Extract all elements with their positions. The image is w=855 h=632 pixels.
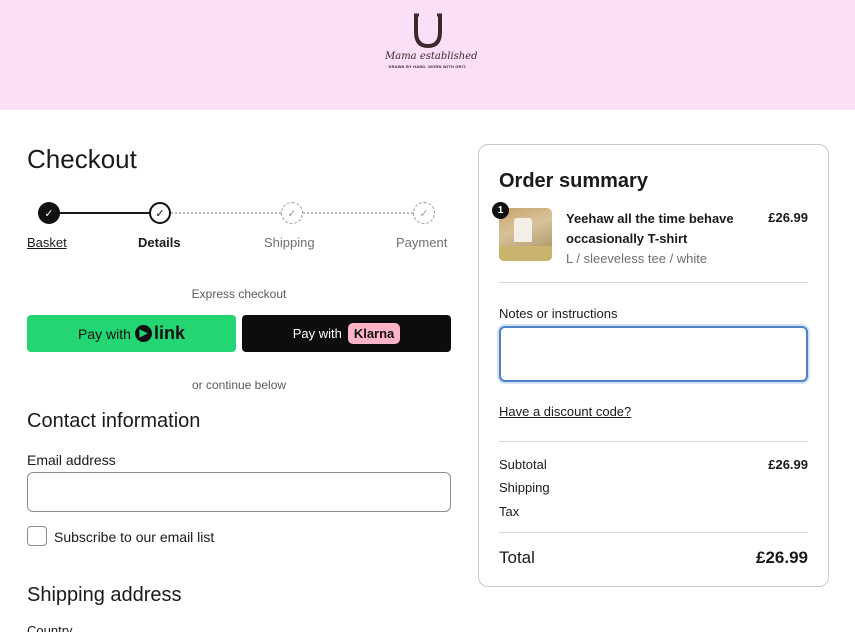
step-connector-pending bbox=[171, 212, 281, 214]
step-check-icon: ✓ bbox=[38, 202, 60, 224]
subtotal-value: £26.99 bbox=[768, 457, 808, 472]
notes-label: Notes or instructions bbox=[499, 306, 618, 321]
email-label: Email address bbox=[27, 452, 116, 468]
product-price: £26.99 bbox=[768, 210, 808, 225]
step-check-icon: ✓ bbox=[413, 202, 435, 224]
shipping-cost-label: Shipping bbox=[499, 480, 550, 495]
continue-below-label: or continue below bbox=[191, 378, 287, 392]
step-connector-complete bbox=[49, 212, 161, 214]
checkout-stepper: ✓ ✓ ✓ ✓ Basket Details Shipping Payment bbox=[27, 199, 452, 259]
order-summary-title: Order summary bbox=[499, 170, 648, 192]
express-checkout-label: Express checkout bbox=[191, 287, 287, 301]
step-basket-link[interactable]: Basket bbox=[27, 235, 67, 250]
shipping-address-heading: Shipping address bbox=[27, 584, 182, 606]
discount-code-link[interactable]: Have a discount code? bbox=[499, 404, 631, 419]
pay-with-klarna-button[interactable]: Pay with Klarna bbox=[242, 315, 451, 352]
subscribe-label[interactable]: Subscribe to our email list bbox=[54, 529, 214, 545]
logo-script-text: Mama established bbox=[385, 51, 478, 62]
country-label: Country bbox=[27, 623, 73, 632]
link-logo: ▶ link bbox=[134, 323, 185, 344]
product-name: Yeehaw all the time behave occasionally … bbox=[566, 211, 734, 246]
page-title: Checkout bbox=[27, 144, 137, 174]
pay-with-link-button[interactable]: Pay with ▶ link bbox=[27, 315, 236, 352]
logo-tagline: DRAWN BY HAND. WORN WITH GRIT. bbox=[388, 64, 467, 69]
product-variant: L / sleeveless tee / white bbox=[566, 251, 708, 266]
contact-information-heading: Contact information bbox=[27, 410, 201, 432]
step-check-icon: ✓ bbox=[281, 202, 303, 224]
thumbnail-background bbox=[499, 246, 552, 261]
step-check-icon: ✓ bbox=[149, 202, 171, 224]
summary-divider bbox=[499, 532, 808, 533]
store-header: Mama established DRAWN BY HAND. WORN WIT… bbox=[0, 0, 855, 110]
subtotal-label: Subtotal bbox=[499, 457, 547, 472]
pay-klarna-prefix: Pay with bbox=[292, 326, 342, 341]
order-summary-card: Order summary 1 Yeehaw all the time beha… bbox=[478, 144, 829, 587]
notes-field[interactable] bbox=[499, 326, 808, 382]
quantity-badge: 1 bbox=[492, 202, 509, 219]
email-field[interactable] bbox=[27, 472, 451, 512]
summary-divider bbox=[499, 441, 808, 442]
link-arrow-icon: ▶ bbox=[134, 325, 152, 342]
step-connector-pending bbox=[303, 212, 413, 214]
tax-label: Tax bbox=[499, 504, 520, 519]
step-payment-label: Payment bbox=[396, 235, 448, 250]
store-logo[interactable]: Mama established DRAWN BY HAND. WORN WIT… bbox=[385, 12, 478, 82]
total-value: £26.99 bbox=[756, 548, 808, 567]
thumbnail-shirt bbox=[514, 218, 532, 242]
link-brand-text: link bbox=[153, 323, 185, 343]
summary-divider bbox=[499, 282, 808, 283]
klarna-logo: Klarna bbox=[347, 323, 401, 344]
step-shipping-label: Shipping bbox=[264, 235, 315, 250]
step-details-label: Details bbox=[138, 235, 181, 250]
pay-link-prefix: Pay with bbox=[78, 325, 131, 342]
horseshoe-logo-icon bbox=[413, 13, 442, 49]
total-label: Total bbox=[499, 548, 535, 567]
subscribe-checkbox[interactable] bbox=[27, 526, 47, 546]
